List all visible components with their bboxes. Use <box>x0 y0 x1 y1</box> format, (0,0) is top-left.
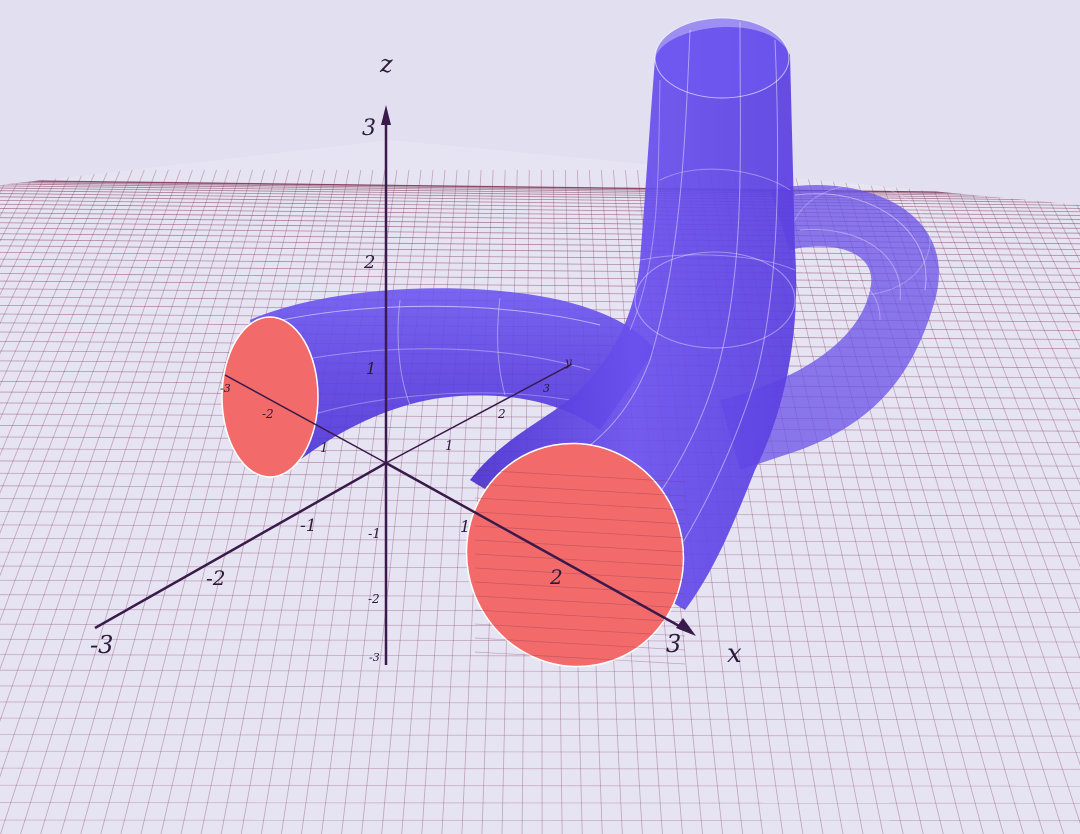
z-tick-neg2: -2 <box>368 592 380 606</box>
y-tick-neg2: -2 <box>262 407 274 421</box>
x-tick-neg3: -3 <box>90 631 113 659</box>
y-tick-3: 3 <box>543 382 550 395</box>
y-tick-2: 2 <box>497 407 506 421</box>
floor-grid <box>0 0 1080 834</box>
z-tick-3: 3 <box>362 116 376 141</box>
x-tick-2: 2 <box>549 565 563 589</box>
tube-end-cap-left <box>221 316 319 478</box>
x-tick-neg2: -2 <box>206 566 225 590</box>
z-axis-label: z <box>379 50 393 78</box>
z-tick-2: 2 <box>363 252 375 273</box>
x-tick-3: 3 <box>666 630 681 658</box>
x-tick-neg1: -1 <box>300 516 317 536</box>
y-tick-neg3: -3 <box>220 382 231 395</box>
y-tick-neg1-left: 1 <box>320 441 328 456</box>
y-tick-1: 1 <box>445 439 453 454</box>
x-tick-1: 1 <box>460 517 470 536</box>
y-axis-label: y <box>564 355 572 369</box>
3d-plot-scene[interactable]: z x y 3 2 1 -1 -2 -3 -3 -2 -1 1 2 3 -3 -… <box>0 0 1080 834</box>
z-tick-neg1: -1 <box>368 527 381 542</box>
x-axis-label: x <box>727 639 742 669</box>
z-tick-1: 1 <box>366 359 376 378</box>
z-tick-neg3: -3 <box>369 651 380 664</box>
